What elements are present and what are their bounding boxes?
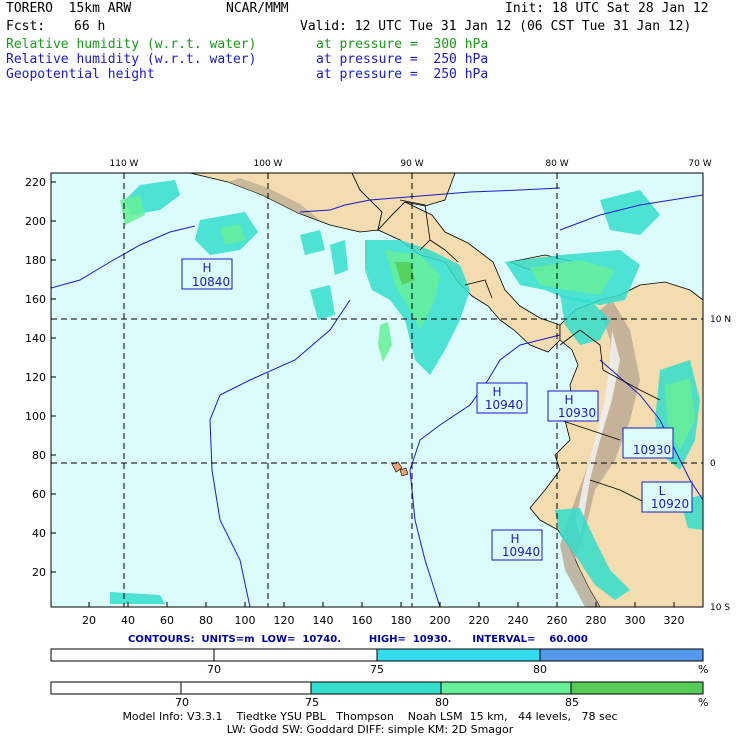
x-tick: 280 [586,614,607,627]
contours-info: CONTOURS: UNITS=m LOW= 10740. HIGH= 1093… [128,634,588,645]
colorbar-250hpa [50,648,704,662]
x-tick: 20 [82,614,96,627]
y-tick: 180 [25,254,46,267]
high-center-label: H 10930 [622,427,674,459]
colorbar2-label: 85 [565,696,579,709]
lon-label-70w: 70 W [688,159,711,169]
y-tick: 140 [25,332,46,345]
svg-text:L: L [659,484,666,498]
colorbar2-unit: % [698,696,709,709]
lat-label-10s: 10 S [710,603,730,613]
y-tick: 40 [32,527,46,540]
svg-text:10840: 10840 [192,275,230,289]
x-tick: 100 [235,614,256,627]
svg-text:10940: 10940 [502,545,540,559]
y-tick: 20 [32,566,46,579]
x-tick: 180 [391,614,412,627]
high-center-label: H 10840 [181,258,233,290]
colorbar-300hpa [50,681,704,695]
x-tick: 200 [430,614,451,627]
colorbar1-unit: % [698,663,709,676]
high-center-label: H 10930 [547,390,599,422]
y-tick: 120 [25,371,46,384]
x-tick: 300 [625,614,646,627]
y-tick: 80 [32,449,46,462]
low-center-label: L 10920 [641,481,693,513]
x-tick: 240 [508,614,529,627]
high-center-label: H 10940 [491,529,543,561]
colorbar1-label: 75 [370,663,384,676]
x-tick: 60 [160,614,174,627]
lon-label-90w: 90 W [400,159,423,169]
svg-text:H: H [492,385,501,399]
high-center-label: H 10940 [476,382,528,414]
lon-label-100w: 100 W [254,159,283,169]
lat-label-10n: 10 N [710,315,731,325]
x-tick: 140 [313,614,334,627]
colorbar1-label: 70 [207,663,221,676]
lat-label-0: 0 [710,459,716,469]
x-tick: 220 [469,614,490,627]
svg-text:H: H [643,430,652,444]
y-tick: 60 [32,488,46,501]
y-tick: 200 [25,215,46,228]
colorbar1-label: 80 [533,663,547,676]
y-tick: 220 [25,176,46,189]
svg-text:H: H [202,261,211,275]
svg-text:10930: 10930 [633,443,671,457]
colorbar2-label: 80 [435,696,449,709]
model-info-line2: LW: Godd SW: Goddard DIFF: simple KM: 2D… [226,723,514,736]
svg-text:10930: 10930 [558,406,596,420]
x-tick: 120 [274,614,295,627]
svg-text:H: H [564,393,573,407]
x-tick: 320 [664,614,685,627]
x-tick: 260 [547,614,568,627]
lon-label-80w: 80 W [545,159,568,169]
x-tick: 160 [352,614,373,627]
lon-label-110w: 110 W [110,159,139,169]
y-tick: 100 [25,410,46,423]
x-tick: 40 [121,614,135,627]
model-info-line1: Model Info: V3.3.1 Tiedtke YSU PBL Thomp… [122,710,618,723]
svg-text:10920: 10920 [651,497,689,511]
y-tick: 160 [25,293,46,306]
svg-text:10940: 10940 [485,398,523,412]
forecast-map: 110 W 100 W 90 W 80 W 70 W 10 N 0 10 S 2… [25,159,731,695]
colorbar2-label: 75 [305,696,319,709]
colorbar2-label: 70 [175,696,189,709]
x-tick: 80 [199,614,213,627]
svg-text:H: H [510,532,519,546]
